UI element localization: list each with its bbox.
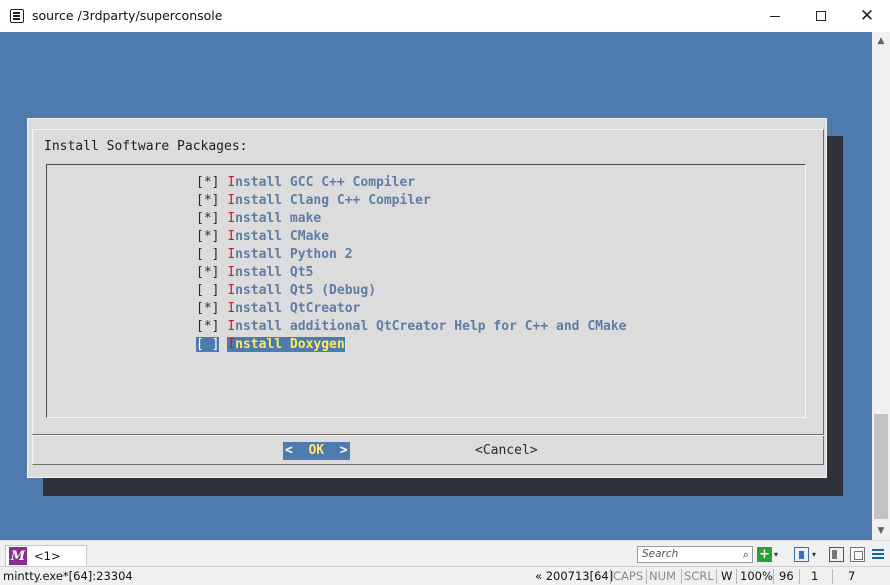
package-item[interactable]: [ ] Install Qt5 (Debug) — [196, 282, 626, 300]
package-hotkey: I — [227, 283, 236, 298]
package-item[interactable]: [ ] Install Python 2 — [196, 246, 626, 264]
window-title: source /3rdparty/superconsole — [32, 8, 223, 23]
status-num: NUM — [649, 569, 676, 583]
package-label: nstall additional QtCreator Help for C++… — [235, 319, 627, 334]
status-divider — [716, 569, 717, 584]
package-checkbox[interactable]: [*] — [196, 319, 219, 334]
package-item[interactable]: [*] Install additional QtCreator Help fo… — [196, 318, 626, 336]
package-item[interactable]: [*] Install Clang C++ Compiler — [196, 192, 626, 210]
status-divider — [736, 569, 737, 584]
package-hotkey: I — [227, 175, 236, 190]
status-divider — [646, 569, 647, 584]
new-console-dropdown-icon[interactable]: ▾ — [774, 550, 784, 560]
window-mode-dropdown-icon[interactable]: ▾ — [812, 550, 822, 560]
package-hotkey: I — [227, 229, 236, 244]
scroll-up-arrow-icon[interactable]: ▲ — [872, 32, 890, 50]
search-input[interactable]: Search ⌕ — [637, 546, 753, 563]
package-label: nstall make — [235, 211, 322, 226]
package-label: nstall Doxygen — [235, 337, 345, 352]
cancel-button[interactable]: <Cancel> — [475, 442, 538, 460]
package-item[interactable]: [*] Install GCC C++ Compiler — [196, 174, 626, 192]
package-checkbox[interactable]: [*] — [196, 301, 219, 316]
package-item[interactable]: [*] Install CMake — [196, 228, 626, 246]
status-scrl: SCRL — [684, 569, 714, 583]
status-process: mintty.exe*[64]:23304 — [3, 569, 133, 583]
status-divider — [681, 569, 682, 584]
package-checkbox[interactable]: [*] — [196, 175, 219, 190]
minimize-button[interactable] — [752, 0, 798, 32]
window-titlebar: source /3rdparty/superconsole ✕ — [0, 0, 890, 32]
package-label: nstall CMake — [235, 229, 330, 244]
package-hotkey: I — [227, 193, 236, 208]
maximize-button[interactable] — [798, 0, 844, 32]
package-checkbox[interactable]: [*] — [196, 229, 219, 244]
ok-button[interactable]: < OK > — [283, 442, 350, 460]
package-label: nstall GCC C++ Compiler — [235, 175, 416, 190]
new-console-plus-icon[interactable]: + — [757, 547, 772, 562]
close-button[interactable]: ✕ — [844, 0, 890, 32]
ok-right-chevron: > — [339, 443, 348, 458]
status-chars: 96 — [779, 569, 794, 583]
package-hotkey: I — [227, 301, 236, 316]
hamburger-menu-icon[interactable] — [871, 547, 886, 562]
package-checkbox[interactable]: [ ] — [196, 337, 220, 352]
package-hotkey: I — [227, 319, 236, 334]
package-hotkey: I — [227, 265, 236, 280]
mintty-logo-icon: M — [9, 547, 27, 565]
vertical-scrollbar[interactable]: ▲ ▼ — [872, 32, 890, 540]
package-checklist: [*] Install GCC C++ Compiler [*] Install … — [46, 164, 806, 418]
package-hotkey: I — [227, 247, 236, 262]
minimize-icon — [770, 15, 780, 17]
status-build[interactable]: « 200713[64] — [535, 569, 613, 583]
close-icon: ✕ — [859, 5, 875, 26]
status-divider — [799, 569, 800, 584]
package-hotkey: I — [227, 211, 236, 226]
dialog-separator-highlight — [32, 435, 824, 436]
status-row: 7 — [848, 569, 856, 583]
status-bar: mintty.exe*[64]:23304 « 200713[64] CAPS … — [0, 566, 890, 585]
package-checkbox[interactable]: [ ] — [196, 283, 219, 298]
search-icon[interactable]: ⌕ — [743, 548, 749, 562]
maximize-icon — [816, 11, 826, 21]
status-divider — [832, 569, 833, 584]
status-divider — [773, 569, 774, 584]
terminal-area[interactable]: Install Software Packages: [*] Install G… — [0, 32, 872, 540]
status-col: 1 — [811, 569, 819, 583]
search-placeholder: Search — [642, 548, 679, 560]
scrollbar-thumb[interactable] — [874, 414, 888, 519]
package-checkbox[interactable]: [*] — [196, 211, 219, 226]
package-label: nstall Clang C++ Compiler — [235, 193, 431, 208]
status-mode: W — [721, 569, 733, 583]
status-divider — [610, 569, 611, 584]
console-app-icon — [10, 9, 24, 23]
status-zoom[interactable]: 100% — [740, 569, 773, 583]
package-label: nstall Qt5 (Debug) — [235, 283, 377, 298]
install-dialog: Install Software Packages: [*] Install G… — [27, 118, 827, 478]
package-label: nstall QtCreator — [235, 301, 361, 316]
package-checkbox[interactable]: [*] — [196, 193, 219, 208]
package-item[interactable]: [*] Install Qt5 — [196, 264, 626, 282]
package-label: nstall Python 2 — [235, 247, 353, 262]
package-hotkey: I — [227, 337, 236, 352]
tab-bar: M <1> user Search ⌕ + ▾ ▾ — [0, 540, 890, 577]
dialog-title: Install Software Packages: — [44, 139, 248, 154]
restore-view-icon[interactable] — [850, 547, 865, 562]
ok-label: OK — [308, 443, 325, 458]
package-list: [*] Install GCC C++ Compiler [*] Install … — [196, 174, 626, 354]
scroll-down-arrow-icon[interactable]: ▼ — [872, 522, 890, 540]
tile-view-icon[interactable] — [829, 547, 844, 562]
package-checkbox[interactable]: [ ] — [196, 247, 219, 262]
window-mode-icon[interactable] — [794, 547, 809, 562]
package-item[interactable]: [*] Install make — [196, 210, 626, 228]
package-item[interactable]: [*] Install QtCreator — [196, 300, 626, 318]
package-checkbox[interactable]: [*] — [196, 265, 219, 280]
package-item[interactable]: [ ] Install Doxygen — [196, 336, 626, 354]
package-label: nstall Qt5 — [235, 265, 314, 280]
tab-console-user[interactable]: M <1> user — [5, 545, 87, 577]
ok-left-chevron: < — [285, 443, 293, 458]
status-caps: CAPS — [613, 569, 644, 583]
